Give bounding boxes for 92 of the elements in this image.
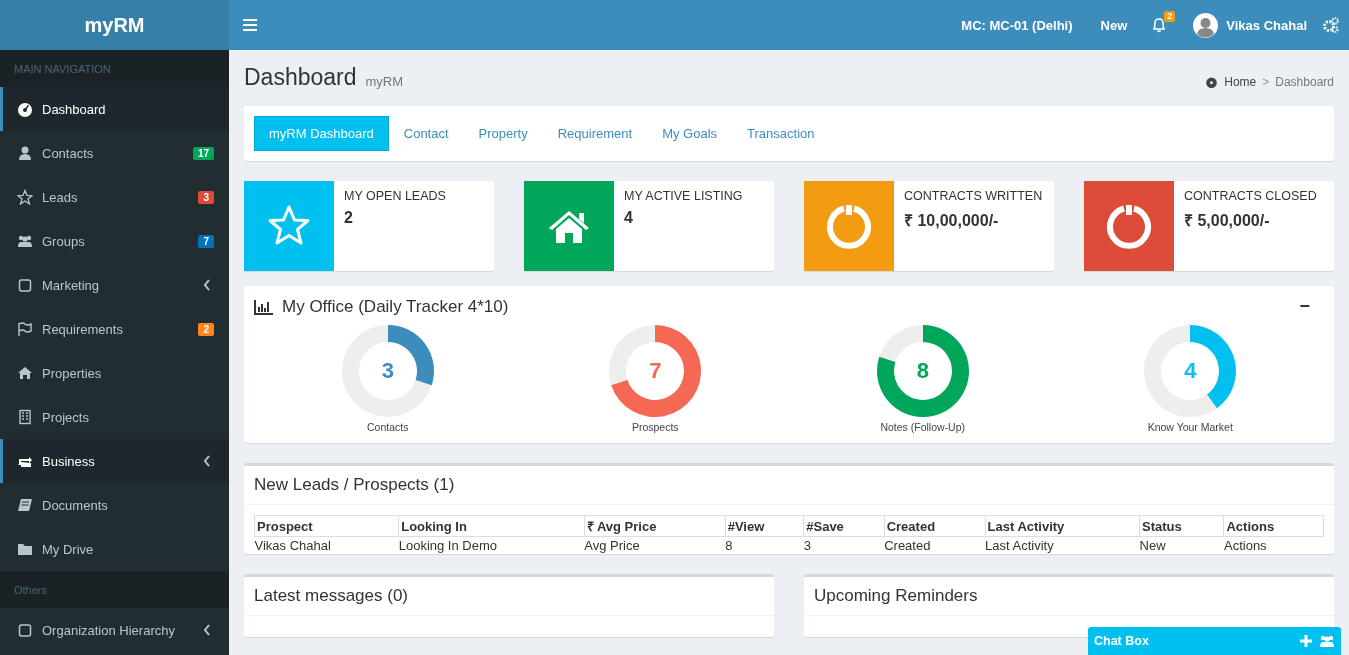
plus-icon[interactable]: [1299, 634, 1313, 648]
nav-section-header: Others: [14, 583, 47, 596]
info-value: ₹ 5,00,000/-: [1184, 211, 1271, 231]
column-header: Last Activity: [985, 515, 1140, 537]
breadcrumb-current: Dashboard: [1275, 75, 1334, 89]
tab[interactable]: Requirement: [542, 116, 648, 151]
table-cell: Actions: [1224, 538, 1267, 553]
count-badge: 17: [192, 146, 214, 160]
settings-icon[interactable]: [1323, 17, 1339, 33]
nav-item[interactable]: Properties: [0, 351, 229, 395]
table-cell: Vikas Chahal: [254, 538, 331, 553]
column-header: Actions: [1224, 515, 1324, 537]
table-cell: Avg Price: [584, 538, 640, 553]
branch-selector[interactable]: MC: MC-01 (Delhi): [961, 17, 1073, 33]
bar-chart-icon: [254, 298, 274, 315]
nav-icon: [17, 541, 33, 557]
nav-section-header: MAIN NAVIGATION: [14, 62, 111, 75]
count-badge: 2: [198, 322, 214, 336]
nav-item[interactable]: Groups 7: [0, 219, 229, 263]
gauge-label: Know Your Market: [1147, 421, 1233, 433]
gauge-value: 4: [1184, 358, 1197, 384]
nav-icon: [17, 145, 33, 161]
app-logo[interactable]: myRM: [84, 13, 145, 37]
page-title: Dashboard: [244, 64, 357, 91]
panel-title: Latest messages (0): [254, 586, 408, 605]
tab[interactable]: Transaction: [732, 116, 830, 151]
nav-item[interactable]: Documents: [0, 483, 229, 527]
column-header: ₹ Avg Price: [584, 515, 726, 537]
tab[interactable]: Property: [463, 116, 543, 151]
column-header: Status: [1139, 515, 1224, 537]
table-cell: Last Activity: [985, 538, 1054, 553]
gauge-label: Prospects: [631, 421, 679, 433]
info-value: ₹ 10,00,000/-: [904, 211, 1000, 231]
gauge-value: 8: [916, 358, 929, 384]
nav-icon: [17, 233, 33, 249]
gauge-label: Contacts: [367, 421, 409, 433]
info-value: 4: [624, 209, 634, 227]
nav-item[interactable]: Leads 3: [0, 175, 229, 219]
info-label: CONTRACTS WRITTEN: [904, 189, 1043, 203]
breadcrumb-link[interactable]: Home: [1224, 75, 1257, 89]
page-subtitle: myRM: [365, 74, 404, 89]
nav-item[interactable]: Marketing: [0, 263, 229, 307]
nav-item[interactable]: Organization Hierarchy: [0, 608, 229, 652]
nav-icon: [17, 497, 33, 513]
gauge-label: Notes (Follow-Up): [880, 421, 966, 433]
count-badge: 7: [198, 234, 214, 248]
column-header: Prospect: [254, 515, 399, 537]
nav-icon: [17, 409, 33, 425]
collapse-button[interactable]: −: [1285, 296, 1324, 317]
column-header: Looking In: [398, 515, 585, 537]
table-cell: Created: [884, 538, 931, 553]
nav-icon: [17, 365, 33, 381]
notification-count: 2: [1164, 11, 1176, 22]
nav-item[interactable]: My Drive: [0, 527, 229, 571]
column-header: Created: [884, 515, 986, 537]
column-header: #View: [725, 515, 804, 537]
nav-icon: [17, 277, 33, 293]
table-cell: New: [1139, 538, 1166, 553]
bell-icon[interactable]: [1151, 17, 1168, 33]
nav-icon: [17, 622, 33, 638]
table-cell: 8: [725, 538, 733, 553]
tab[interactable]: Contact: [388, 116, 464, 151]
info-value: 2: [344, 209, 354, 227]
count-badge: 3: [198, 190, 214, 204]
tab[interactable]: My Goals: [647, 116, 733, 151]
breadcrumb-separator: >: [1262, 75, 1270, 89]
panel-title: My Office (Daily Tracker 4*10): [282, 296, 510, 317]
table-cell: 3: [803, 538, 811, 553]
power-icon: [1106, 203, 1152, 249]
column-header: #Save: [803, 515, 885, 537]
nav-item[interactable]: Requirements 2: [0, 307, 229, 351]
new-link[interactable]: New: [1100, 17, 1128, 33]
table-cell: Looking In Demo: [398, 538, 497, 553]
nav-icon: [17, 189, 33, 205]
info-label: CONTRACTS CLOSED: [1184, 189, 1317, 203]
menu-icon[interactable]: [243, 19, 257, 31]
nav-item[interactable]: Business: [0, 439, 229, 483]
nav-icon: [17, 321, 33, 337]
info-label: MY ACTIVE LISTING: [624, 189, 743, 203]
group-icon[interactable]: [1319, 634, 1335, 648]
avatar-icon[interactable]: [1193, 12, 1219, 38]
gauge-value: 3: [381, 358, 394, 384]
nav-item[interactable]: Projects: [0, 395, 229, 439]
nav-item[interactable]: Contacts 17: [0, 131, 229, 175]
info-label: MY OPEN LEADS: [344, 189, 446, 203]
gauge-value: 7: [649, 358, 662, 384]
user-name[interactable]: Vikas Chahal: [1226, 17, 1307, 33]
power-icon: [826, 203, 872, 249]
nav-icon: [17, 101, 33, 117]
panel-title: Upcoming Reminders: [814, 586, 978, 605]
nav-item[interactable]: Dashboard: [0, 87, 229, 131]
panel-title: New Leads / Prospects (1): [254, 475, 455, 494]
